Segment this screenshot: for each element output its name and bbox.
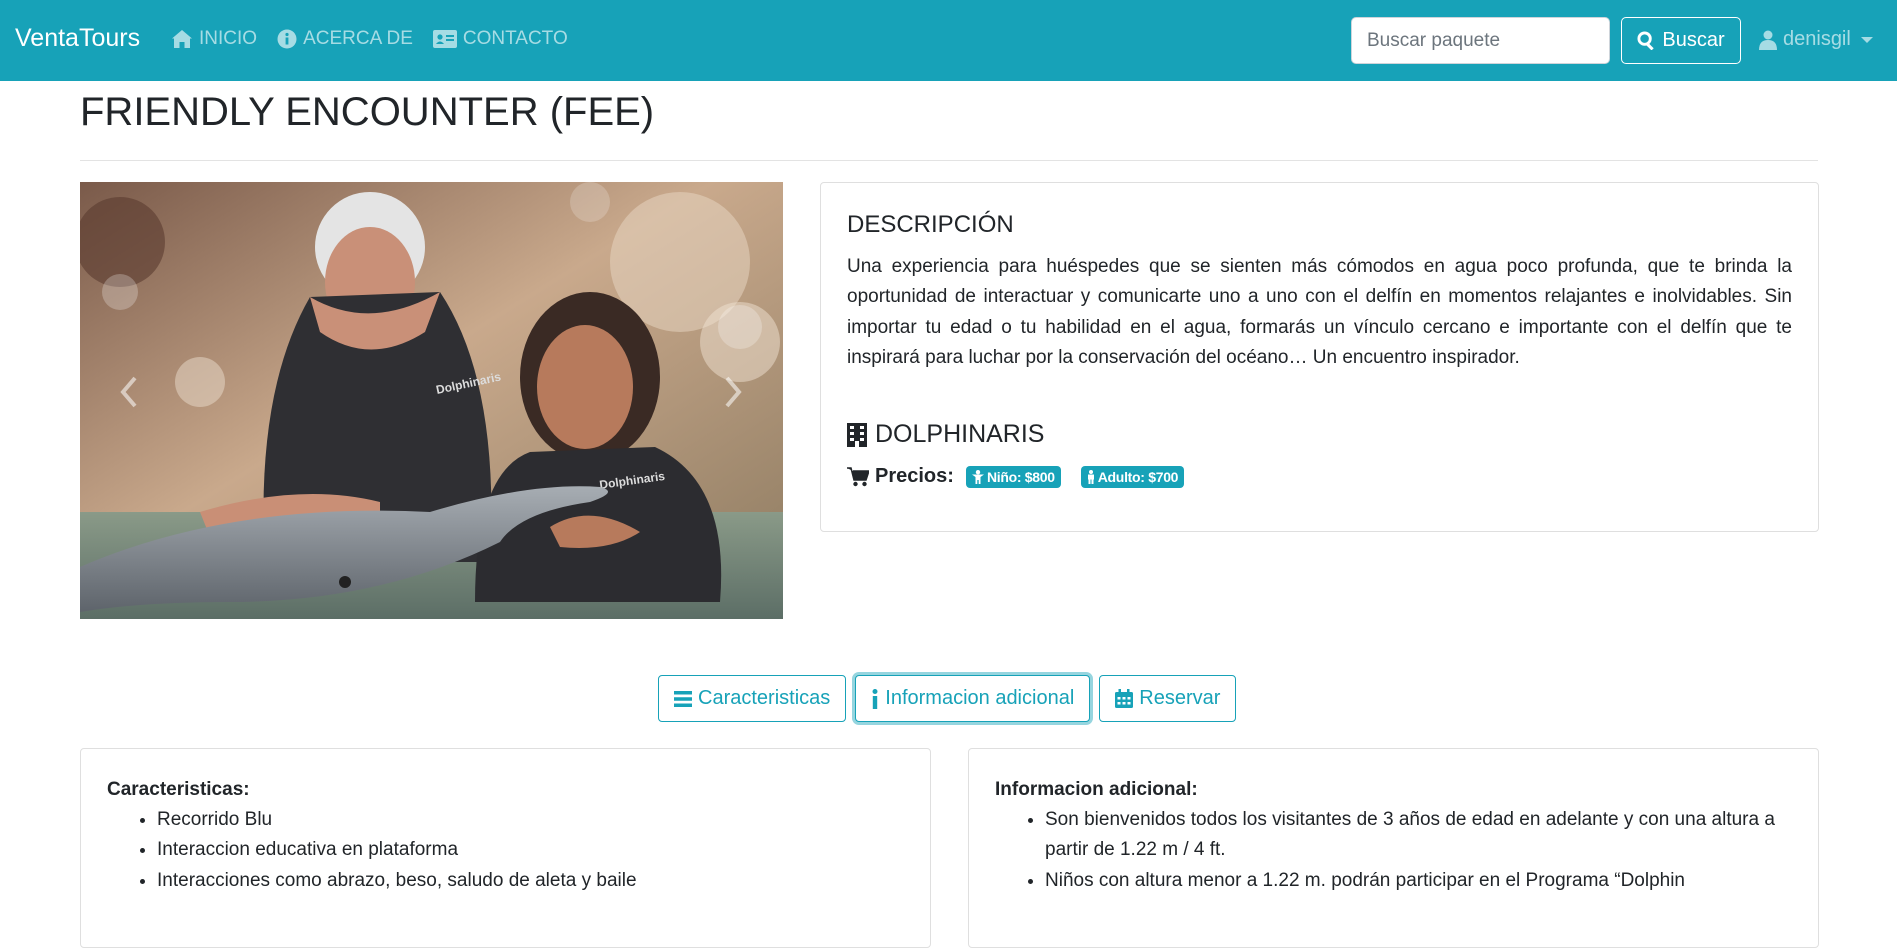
calendar-icon: [1115, 689, 1134, 708]
info-panel-title: Informacion adicional:: [995, 779, 1198, 800]
top-navbar: VentaTours INICIO ACERCA DE CONTACTO Bus…: [0, 0, 1897, 81]
price-child-label: Niño: $800: [986, 468, 1055, 485]
brand-logo-link[interactable]: VentaTours: [15, 24, 140, 53]
list-item: Niños con altura menor a 1.22 m. podrán …: [1045, 866, 1792, 896]
nav-links: INICIO ACERCA DE CONTACTO: [171, 28, 568, 50]
features-button-label: Caracteristicas: [698, 687, 831, 709]
description-card: DESCRIPCIÓN Una experiencia para huésped…: [820, 182, 1819, 532]
chevron-down-icon: [1860, 36, 1873, 43]
search-button-label: Buscar: [1662, 29, 1725, 51]
reserve-button[interactable]: Reservar: [1099, 675, 1237, 722]
list-item: Recorrido Blu: [157, 805, 904, 835]
carousel-prev-icon[interactable]: [115, 372, 145, 412]
building-icon: [847, 422, 867, 447]
search-input[interactable]: [1351, 17, 1610, 64]
additional-info-panel: Informacion adicional: Son bienvenidos t…: [968, 748, 1819, 948]
search-icon: [1637, 31, 1655, 50]
features-button[interactable]: Caracteristicas: [658, 675, 847, 722]
provider-name: DOLPHINARIS: [875, 420, 1045, 449]
nav-link-acerca-de-label: ACERCA DE: [303, 28, 413, 49]
features-panel-title: Caracteristicas:: [107, 779, 250, 800]
info-circle-icon: [277, 29, 297, 49]
image-carousel[interactable]: Dolphinaris Dolphinaris: [80, 182, 783, 619]
reserve-button-label: Reservar: [1139, 687, 1221, 709]
list-item: Interaccion educativa en plataforma: [157, 835, 904, 865]
bars-icon: [674, 690, 692, 707]
price-adult-badge: Adulto: $700: [1080, 465, 1185, 488]
list-item: Interacciones como abrazo, beso, saludo …: [157, 866, 904, 896]
nav-link-contacto[interactable]: CONTACTO: [432, 28, 568, 50]
nav-link-inicio[interactable]: INICIO: [171, 28, 257, 50]
additional-info-button[interactable]: Informacion adicional: [855, 675, 1091, 722]
user-icon: [1759, 30, 1777, 50]
prices-label: Precios:: [875, 465, 954, 488]
page-title: FRIENDLY ENCOUNTER (FEE): [80, 90, 655, 134]
user-dropdown[interactable]: denisgil: [1759, 28, 1873, 51]
person-icon: [1087, 469, 1094, 484]
search-button[interactable]: Buscar: [1621, 17, 1741, 64]
id-card-icon: [432, 30, 457, 48]
nav-link-contacto-label: CONTACTO: [462, 28, 568, 49]
price-adult-label: Adulto: $700: [1097, 468, 1179, 485]
description-text: Una experiencia para huéspedes que se si…: [847, 256, 1792, 368]
carousel-next-icon[interactable]: [717, 372, 747, 412]
price-child-badge: Niño: $800: [965, 465, 1061, 488]
nav-link-acerca-de[interactable]: ACERCA DE: [277, 28, 413, 50]
prices-row: Precios: Niño: $800 Adulto: $700: [847, 465, 1792, 488]
info-icon: [872, 688, 878, 709]
features-panel: Caracteristicas: Recorrido Blu Interacci…: [80, 748, 931, 948]
info-list: Son bienvenidos todos los visitantes de …: [995, 805, 1792, 896]
description-heading: DESCRIPCIÓN: [847, 211, 1014, 238]
section-buttons: Caracteristicas Informacion adicional Re…: [658, 675, 1237, 722]
divider: [80, 160, 1818, 161]
shopping-cart-icon: [847, 466, 869, 486]
user-name: denisgil: [1783, 28, 1851, 50]
features-list: Recorrido Blu Interaccion educativa en p…: [107, 805, 904, 896]
nav-link-inicio-label: INICIO: [199, 28, 258, 49]
home-icon: [172, 30, 192, 48]
provider-row: DOLPHINARIS: [847, 420, 1792, 449]
additional-info-button-label: Informacion adicional: [885, 687, 1075, 709]
dolphin-encounter-photo: Dolphinaris Dolphinaris: [80, 182, 783, 619]
child-icon: [971, 469, 984, 484]
list-item: Son bienvenidos todos los visitantes de …: [1045, 805, 1792, 866]
